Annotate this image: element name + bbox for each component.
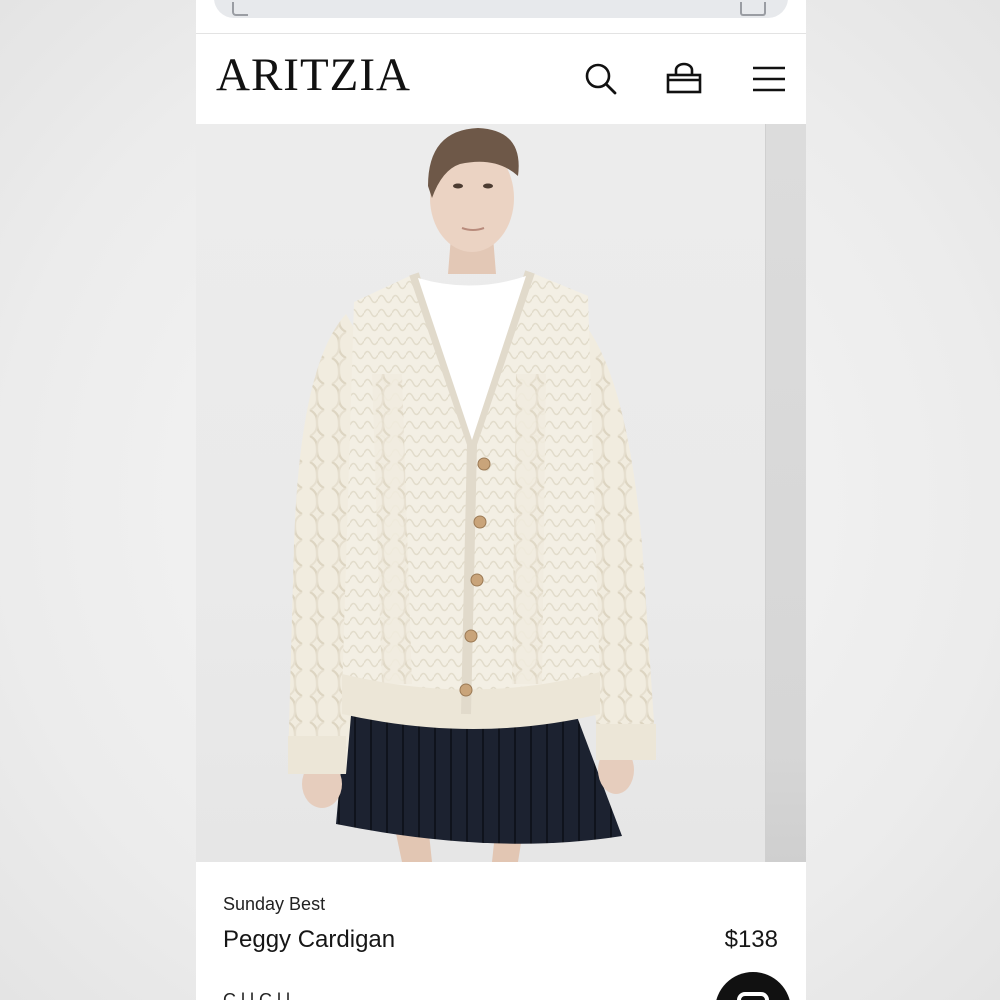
shopping-bag-icon	[666, 62, 702, 94]
menu-button[interactable]	[749, 59, 789, 99]
browser-url-bar[interactable]	[214, 0, 788, 18]
shopping-bag-button[interactable]	[664, 59, 704, 99]
next-line-partial: C l l C l l	[223, 990, 290, 1000]
search-icon	[585, 63, 617, 95]
right-cuff	[596, 724, 656, 760]
share-icon[interactable]	[232, 2, 248, 16]
tabs-icon[interactable]	[740, 2, 766, 16]
hamburger-menu-icon	[753, 66, 785, 92]
site-header: ARITZIA	[196, 34, 806, 124]
product-info: Sunday Best Peggy Cardigan $138 C l l C …	[196, 862, 806, 1000]
product-price: $138	[724, 926, 778, 953]
product-image[interactable]	[196, 124, 806, 862]
brand-logo[interactable]: ARITZIA	[216, 52, 411, 99]
search-button[interactable]	[581, 59, 621, 99]
chat-button[interactable]	[715, 972, 791, 1000]
product-name: Peggy Cardigan	[223, 926, 396, 953]
product-brand[interactable]: Sunday Best	[223, 894, 325, 915]
left-cuff	[288, 736, 346, 774]
phone-screen: ARITZIA Sunday Best Peggy Cardigan $138 …	[196, 0, 806, 1000]
chat-icon	[737, 992, 769, 1000]
pleated-skirt	[336, 714, 622, 844]
model-photo	[288, 128, 656, 862]
